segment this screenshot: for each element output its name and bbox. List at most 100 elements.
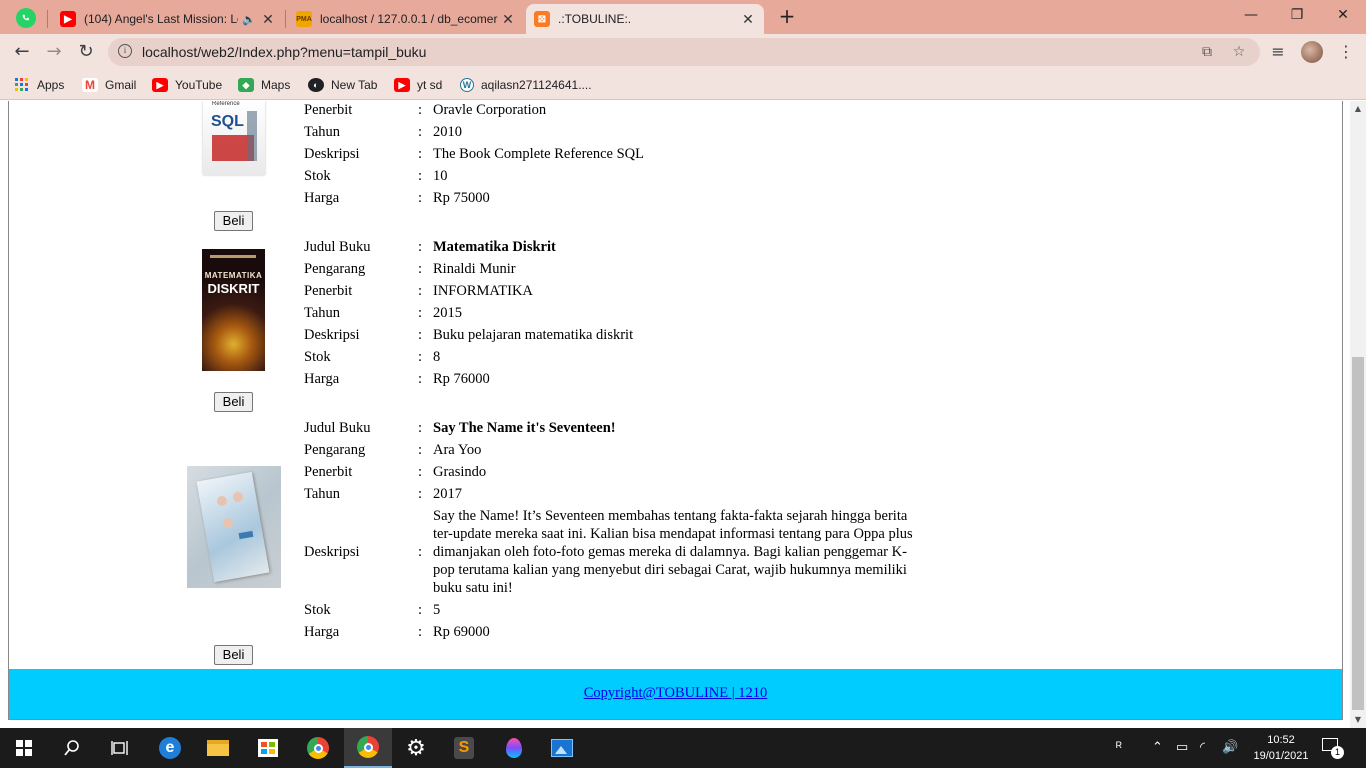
url-text[interactable]: localhost/web2/Index.php?menu=tampil_buk… [142,44,426,60]
new-tab-button[interactable]: + [776,6,798,28]
store-icon[interactable] [244,728,292,768]
content-frame [8,101,1343,720]
copyright-link[interactable]: Copyright@TOBULINE | 1210 [584,685,768,702]
page-scrollbar[interactable]: ▲ ▼ [1350,101,1366,728]
field-label: Tahun [304,305,341,321]
close-icon[interactable]: ✕ [260,11,276,28]
book-title: Say The Name it's Seventeen! [433,420,616,436]
page-footer: Copyright@TOBULINE | 1210 [9,669,1342,719]
bookmark-new-tab[interactable]: ◐ New Tab [308,76,377,94]
close-icon[interactable]: ✕ [740,11,756,28]
scrollbar-thumb[interactable] [1352,357,1364,710]
buy-button[interactable]: Beli [214,211,253,231]
photos-icon[interactable] [538,728,586,768]
field-value: 5 [433,602,441,618]
field-value: 8 [433,349,441,365]
field-value: The Book Complete Reference SQL [433,146,644,162]
field-value: Grasindo [433,464,487,480]
search-icon[interactable] [48,728,96,768]
book-cover-sql: Reference SQL [203,101,265,175]
wifi-icon[interactable]: ◜ [1200,739,1205,755]
edge-browser-icon[interactable]: e [146,728,194,768]
bookmark-star-icon[interactable]: ☆ [1230,43,1248,61]
field-value: Rp 75000 [433,190,490,206]
book-cover-matematika-diskrit: MATEMATIKA DISKRIT [202,249,265,371]
field-label: Penerbit [304,464,353,480]
field-value: Buku pelajaran matematika diskrit [433,327,634,343]
bookmark-wordpress[interactable]: W aqilasn271124641.... [460,76,592,94]
minimize-button[interactable]: — [1228,0,1274,30]
paint-drop-icon[interactable] [490,728,538,768]
sublime-text-icon[interactable]: S [440,728,488,768]
field-label: Pengarang [304,261,366,277]
field-value: INFORMATIKA [433,283,533,299]
chrome-icon[interactable] [294,728,342,768]
close-window-button[interactable]: ✕ [1320,0,1366,30]
scroll-up-icon[interactable]: ▲ [1350,101,1366,117]
bookmark-apps[interactable]: Apps [14,76,64,94]
people-icon[interactable]: ᴿ [1116,739,1122,754]
battery-icon[interactable]: ▭ [1176,739,1188,755]
profile-avatar[interactable] [1301,41,1323,63]
more-menu-icon[interactable]: ⋮ [1334,40,1358,64]
field-value: Oravle Corporation [433,102,547,118]
field-label: Stok [304,602,331,618]
field-label: Penerbit [304,283,353,299]
system-clock[interactable]: 10:52 19/01/2021 [1248,732,1314,764]
bookmark-gmail[interactable]: M Gmail [82,76,136,94]
field-value: Rinaldi Munir [433,261,516,277]
field-label: Judul Buku [304,239,371,255]
tab-phpmyadmin[interactable]: PMA localhost / 127.0.0.1 / db_ecomer ✕ [288,4,524,34]
xampp-icon: ⊠ [534,11,550,27]
tab-tobuline[interactable]: ⊠ .:TOBULINE:. ✕ [526,4,764,34]
task-view-icon[interactable] [96,728,144,768]
youtube-icon: ▶ [60,11,76,27]
field-value: Ara Yoo [433,442,482,458]
restore-button[interactable]: ❐ [1274,0,1320,30]
forward-arrow-icon[interactable]: → [42,40,66,64]
field-label: Deskripsi [304,544,360,560]
info-icon[interactable]: i [118,44,132,58]
bookmark-youtube[interactable]: ▶ YouTube [152,76,222,94]
file-explorer-icon[interactable] [194,728,242,768]
bookmarks-bar: Apps M Gmail ▶ YouTube ◆ Maps ◐ New Tab … [0,70,1366,100]
reload-icon[interactable]: ↻ [74,40,98,64]
chrome-profile-icon[interactable] [344,728,392,768]
buy-button[interactable]: Beli [214,645,253,665]
field-label: Harga [304,190,340,206]
field-label: Deskripsi [304,327,360,343]
bookmark-maps[interactable]: ◆ Maps [238,76,290,94]
windows-taskbar: e ⚙ S ᴿ ⌃ ▭ ◜ 🔊 10:52 19/01/2021 1 [0,728,1366,768]
tab-youtube[interactable]: ▶ (104) Angel's Last Mission: Lo 🔈 ✕ [52,4,284,34]
notification-icon[interactable]: 1 [1322,738,1344,759]
field-value: Rp 76000 [433,371,490,387]
apps-grid-icon [14,78,30,92]
windows-start-icon[interactable] [0,728,48,768]
scroll-down-icon[interactable]: ▼ [1350,712,1366,728]
field-label: Pengarang [304,442,366,458]
address-bar[interactable]: i localhost/web2/Index.php?menu=tampil_b… [108,38,1260,66]
globe-icon: ◐ [308,78,324,92]
field-label: Tahun [304,486,341,502]
buy-button[interactable]: Beli [214,392,253,412]
field-value: 2015 [433,305,462,321]
media-control-icon[interactable]: ≡ [1266,40,1290,64]
field-label: Tahun [304,124,341,140]
book-cover-seventeen [187,466,281,588]
page-viewport: Reference SQL Penerbit : Oravle Corporat… [0,101,1350,728]
field-label: Harga [304,371,340,387]
volume-icon[interactable]: 🔊 [1222,739,1238,755]
description-text: Say the Name! It’s Seventeen membahas te… [433,508,913,596]
bookmark-yt-sd[interactable]: ▶ yt sd [394,76,442,94]
translate-icon[interactable]: ⧉ [1198,43,1216,61]
speaker-icon[interactable]: 🔈 [242,13,256,26]
chevron-up-icon[interactable]: ⌃ [1152,739,1163,755]
maps-icon: ◆ [238,78,254,92]
whatsapp-icon[interactable] [16,8,36,28]
field-value: 10 [433,168,448,184]
book-title: Matematika Diskrit [433,239,556,255]
browser-toolbar: ← → ↻ i localhost/web2/Index.php?menu=ta… [0,34,1366,70]
back-arrow-icon[interactable]: ← [10,40,34,64]
settings-gear-icon[interactable]: ⚙ [392,728,440,768]
close-icon[interactable]: ✕ [500,11,516,28]
